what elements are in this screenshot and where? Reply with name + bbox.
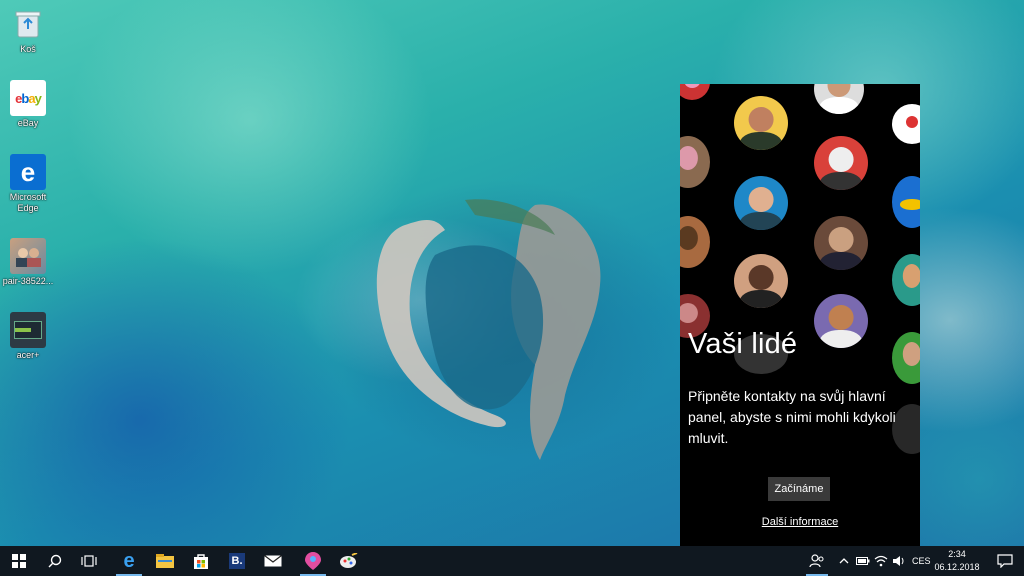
contact-avatar: [814, 216, 868, 270]
contact-avatar: [814, 84, 864, 114]
desktop-icon-acer[interactable]: acer+: [0, 312, 56, 361]
desktop-icon-label: pair-38522...: [2, 276, 54, 286]
search-button[interactable]: [38, 546, 72, 576]
people-icon: [809, 554, 824, 568]
taskbar-maps[interactable]: [296, 546, 330, 576]
input-language-indicator[interactable]: CES: [912, 556, 931, 566]
network-button[interactable]: [872, 546, 890, 576]
desktop-icon-label: Microsoft Edge: [9, 192, 47, 213]
paint-icon: [340, 553, 358, 568]
desktop-icon-recycle-bin[interactable]: Koš: [0, 6, 56, 55]
contact-avatar: [814, 294, 868, 348]
file-explorer-icon: [156, 554, 174, 568]
get-started-button[interactable]: Začínáme: [768, 477, 830, 501]
acer-icon: [10, 312, 46, 348]
taskbar-store[interactable]: [184, 546, 218, 576]
search-icon: [48, 554, 62, 568]
people-title: Vaši lidé: [688, 328, 798, 360]
start-icon: [12, 554, 26, 568]
ebay-icon: ebay: [10, 80, 46, 116]
taskbar-mail[interactable]: [256, 546, 290, 576]
contact-avatar: [892, 104, 920, 144]
notification-icon: [997, 554, 1013, 568]
clock[interactable]: 2:34 06.12.2018: [934, 548, 980, 574]
task-view-icon: [81, 555, 97, 567]
taskbar-file-explorer[interactable]: [148, 546, 182, 576]
contact-avatar: [680, 216, 710, 268]
wallpaper-island: [365, 195, 635, 465]
people-panel: Vaši lidé Připněte kontakty na svůj hlav…: [680, 84, 920, 546]
booking-icon: B.: [229, 553, 245, 569]
task-view-button[interactable]: [72, 546, 106, 576]
desktop-icon-image-file[interactable]: pair-38522...: [0, 238, 56, 287]
desktop-icon-label: eBay: [17, 118, 39, 128]
taskbar: e B. CES 2:34 06.12.2018: [0, 546, 1024, 576]
clock-time: 2:34: [948, 549, 966, 559]
store-icon: [194, 554, 208, 569]
contact-avatar: [892, 332, 920, 384]
recycle-bin-icon: [10, 6, 46, 42]
edge-icon: e: [10, 154, 46, 190]
show-hidden-icons-button[interactable]: [836, 546, 852, 576]
people-description: Připněte kontakty na svůj hlavní panel, …: [688, 388, 896, 446]
maps-icon: [305, 552, 321, 570]
contact-avatar: [734, 176, 788, 230]
contact-avatar: [680, 84, 710, 100]
contact-avatar: [892, 254, 920, 306]
contact-avatar: [680, 136, 710, 188]
battery-icon: [856, 557, 870, 565]
action-center-button[interactable]: [990, 546, 1020, 576]
desktop-icon-label: acer+: [16, 350, 40, 360]
taskbar-paint[interactable]: [332, 546, 366, 576]
desktop-icon-ebay[interactable]: ebay eBay: [0, 80, 56, 129]
people-button[interactable]: [802, 546, 832, 576]
contact-avatar: [892, 176, 920, 228]
battery-button[interactable]: [854, 546, 872, 576]
wifi-icon: [874, 555, 888, 567]
edge-icon: e: [123, 550, 135, 572]
start-button[interactable]: [2, 546, 36, 576]
clock-date: 06.12.2018: [934, 562, 980, 572]
image-file-icon: [10, 238, 46, 274]
desktop-icon-label: Koš: [20, 44, 36, 54]
contact-avatar: [814, 136, 868, 190]
more-info-link[interactable]: Další informace: [680, 516, 920, 528]
speaker-icon: [893, 556, 904, 566]
mail-icon: [264, 555, 282, 567]
chevron-up-icon: [839, 558, 849, 564]
contact-avatar: [734, 254, 788, 308]
taskbar-booking[interactable]: B.: [220, 546, 254, 576]
taskbar-edge[interactable]: e: [112, 546, 146, 576]
volume-button[interactable]: [890, 546, 908, 576]
contact-avatar: [734, 96, 788, 150]
desktop-icon-edge[interactable]: e Microsoft Edge: [0, 154, 56, 214]
